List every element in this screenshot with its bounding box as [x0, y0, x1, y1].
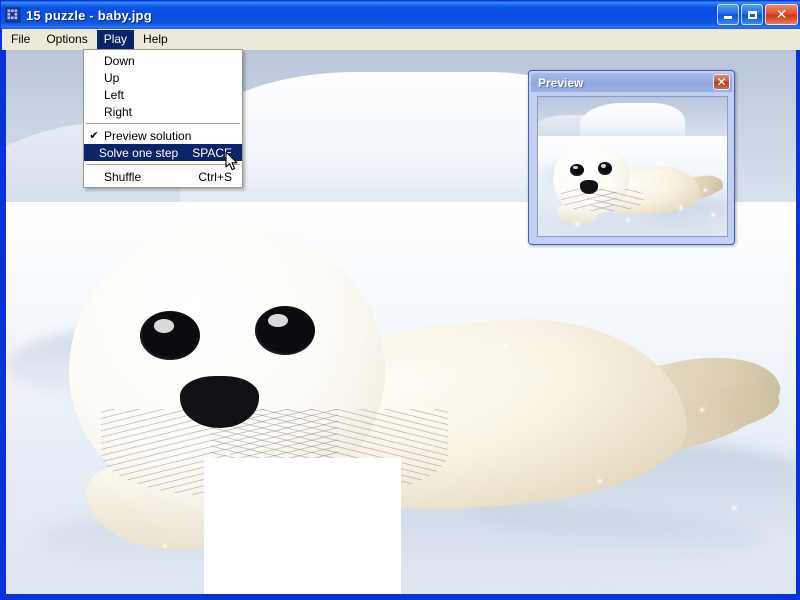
menu-item-up[interactable]: Up: [84, 69, 242, 86]
window-controls: ✕: [717, 4, 798, 25]
puzzle-tile[interactable]: [599, 458, 796, 594]
menu-item-label: Shuffle: [104, 170, 184, 184]
menu-item-label: Solve one step: [99, 146, 178, 160]
menu-item-label: Preview solution: [104, 129, 218, 143]
puzzle-tile[interactable]: [599, 322, 796, 458]
menu-separator: [86, 164, 240, 165]
application-window: 15 puzzle - baby.jpg ✕ File Options Play…: [0, 0, 800, 600]
puzzle-tile-image: [6, 458, 204, 594]
minimize-icon: [724, 16, 732, 19]
menu-play[interactable]: Play: [97, 30, 134, 49]
mouse-cursor-icon: [225, 151, 239, 172]
close-button[interactable]: ✕: [765, 4, 798, 25]
play-dropdown-menu[interactable]: DownUpLeftRight✔Preview solutionSolve on…: [83, 49, 243, 188]
title-bar[interactable]: 15 puzzle - baby.jpg ✕: [1, 1, 800, 29]
puzzle-tile[interactable]: [401, 322, 599, 458]
preview-window[interactable]: Preview ✕: [528, 70, 735, 245]
menu-item-left[interactable]: Left: [84, 86, 242, 103]
preview-title-bar[interactable]: Preview ✕: [531, 73, 732, 92]
puzzle-tile-image: [6, 186, 204, 322]
puzzle-tile-image: [204, 186, 402, 322]
menu-separator: [86, 123, 240, 124]
puzzle-tile-image: [401, 458, 599, 594]
puzzle-tile[interactable]: [6, 322, 204, 458]
puzzle-tile[interactable]: [6, 186, 204, 322]
menu-file[interactable]: File: [4, 30, 37, 49]
puzzle-tile-image: [204, 322, 402, 458]
puzzle-tile[interactable]: [401, 458, 599, 594]
maximize-button[interactable]: [741, 4, 763, 25]
menu-item-label: Right: [104, 105, 218, 119]
minimize-button[interactable]: [717, 4, 739, 25]
menu-item-shuffle[interactable]: ShuffleCtrl+S: [84, 168, 242, 185]
menu-item-label: Left: [104, 88, 218, 102]
puzzle-tile-image: [401, 322, 599, 458]
maximize-icon: [748, 11, 757, 19]
menu-item-label: Up: [104, 71, 218, 85]
puzzle-tile[interactable]: [204, 322, 402, 458]
puzzle-grid-icon: [5, 7, 21, 23]
close-icon: ✕: [776, 8, 788, 22]
check-icon: ✔: [84, 127, 104, 144]
menu-item-label: Down: [104, 54, 218, 68]
preview-title: Preview: [538, 76, 583, 90]
preview-close-button[interactable]: ✕: [713, 74, 730, 90]
menu-help[interactable]: Help: [136, 30, 175, 49]
menu-item-down[interactable]: Down: [84, 52, 242, 69]
preview-photo: [538, 97, 727, 236]
menu-item-preview-solution[interactable]: ✔Preview solution: [84, 127, 242, 144]
menu-item-solve-one-step[interactable]: Solve one stepSPACE: [84, 144, 242, 161]
puzzle-tile-image: [599, 458, 796, 594]
puzzle-tile-empty[interactable]: [204, 458, 402, 594]
puzzle-tile[interactable]: [6, 458, 204, 594]
menu-bar: File Options Play Help: [2, 29, 800, 50]
menu-item-right[interactable]: Right: [84, 103, 242, 120]
menu-options[interactable]: Options: [39, 30, 94, 49]
window-title: 15 puzzle - baby.jpg: [26, 8, 152, 23]
puzzle-tile-image: [599, 322, 796, 458]
puzzle-tile-image: [6, 322, 204, 458]
preview-image: [537, 96, 728, 237]
puzzle-tile[interactable]: [204, 186, 402, 322]
